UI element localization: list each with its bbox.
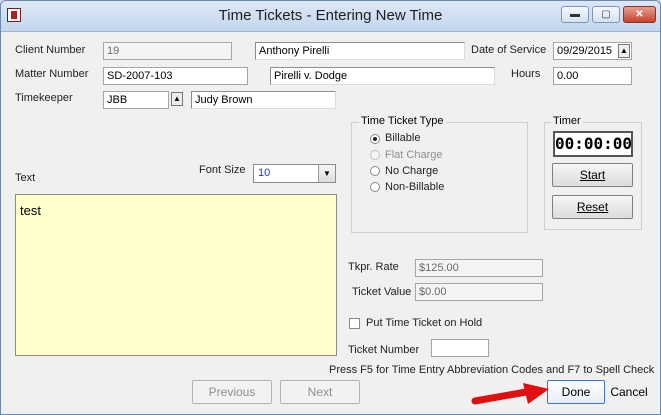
chevron-down-icon[interactable]: ▼ — [318, 165, 335, 182]
close-button[interactable]: ✕ — [623, 6, 656, 23]
matter-number-field[interactable]: SD-2007-103 — [103, 67, 248, 85]
date-picker-icon[interactable]: ▲ — [618, 44, 630, 58]
ticket-text-area[interactable]: test — [15, 194, 337, 356]
date-of-service-label: Date of Service — [471, 44, 547, 56]
text-label: Text — [15, 172, 36, 184]
ticket-value-label: Ticket Value — [352, 286, 412, 298]
client-number-label: Client Number — [15, 44, 86, 56]
tkpr-rate-field[interactable]: $125.00 — [415, 259, 543, 277]
matter-number-label: Matter Number — [15, 68, 89, 80]
cancel-button[interactable]: Cancel — [608, 380, 650, 404]
maximize-button[interactable]: ▢ — [592, 6, 620, 23]
font-size-value: 10 — [258, 167, 271, 179]
radio-billable-label: Billable — [385, 132, 421, 144]
timer-title: Timer — [551, 115, 583, 127]
ticket-number-field[interactable] — [431, 339, 489, 357]
timekeeper-label: Timekeeper — [15, 92, 73, 104]
radio-billable[interactable] — [370, 134, 380, 144]
client-number-field[interactable]: 19 — [103, 42, 232, 60]
ticket-number-label: Ticket Number — [348, 344, 420, 356]
start-timer-button[interactable]: Start — [552, 163, 633, 187]
matter-name-field[interactable]: Pirelli v. Dodge — [270, 67, 495, 85]
reset-timer-label: Reset — [576, 200, 609, 214]
radio-non-billable[interactable] — [370, 182, 380, 192]
timekeeper-code-field[interactable]: JBB — [103, 91, 169, 109]
title-bar: Time Tickets - Entering New Time ▬ ▢ ✕ — [1, 1, 660, 32]
radio-no-charge[interactable] — [370, 166, 380, 176]
minimize-button[interactable]: ▬ — [561, 6, 589, 23]
keyboard-hint: Press F5 for Time Entry Abbreviation Cod… — [329, 364, 655, 376]
next-button[interactable]: Next — [280, 380, 360, 404]
tkpr-rate-label: Tkpr. Rate — [348, 261, 399, 273]
radio-flat-charge[interactable] — [370, 150, 380, 160]
time-ticket-window: Time Tickets - Entering New Time ▬ ▢ ✕ C… — [0, 0, 661, 415]
radio-no-charge-label: No Charge — [385, 165, 439, 177]
hours-label: Hours — [511, 68, 541, 80]
timekeeper-lookup-icon[interactable]: ▲ — [171, 92, 183, 106]
radio-flat-charge-label: Flat Charge — [385, 149, 443, 161]
hold-label: Put Time Ticket on Hold — [366, 317, 483, 329]
previous-button[interactable]: Previous — [192, 380, 272, 404]
reset-timer-button[interactable]: Reset — [552, 195, 633, 219]
red-arrow-annotation — [471, 383, 549, 405]
hold-checkbox[interactable] — [349, 318, 360, 329]
font-size-label: Font Size — [199, 164, 246, 176]
start-timer-label: Start — [579, 168, 606, 182]
client-name-field[interactable]: Anthony Pirelli — [255, 42, 465, 60]
hours-field[interactable]: 0.00 — [553, 67, 632, 85]
ticket-type-title: Time Ticket Type — [359, 115, 446, 127]
timer-display: 00:00:00 — [553, 131, 633, 157]
ticket-value-field[interactable]: $0.00 — [415, 283, 543, 301]
font-size-select[interactable]: 10 ▼ — [253, 164, 336, 183]
radio-non-billable-label: Non-Billable — [385, 181, 445, 193]
timekeeper-name-field[interactable]: Judy Brown — [191, 91, 336, 109]
